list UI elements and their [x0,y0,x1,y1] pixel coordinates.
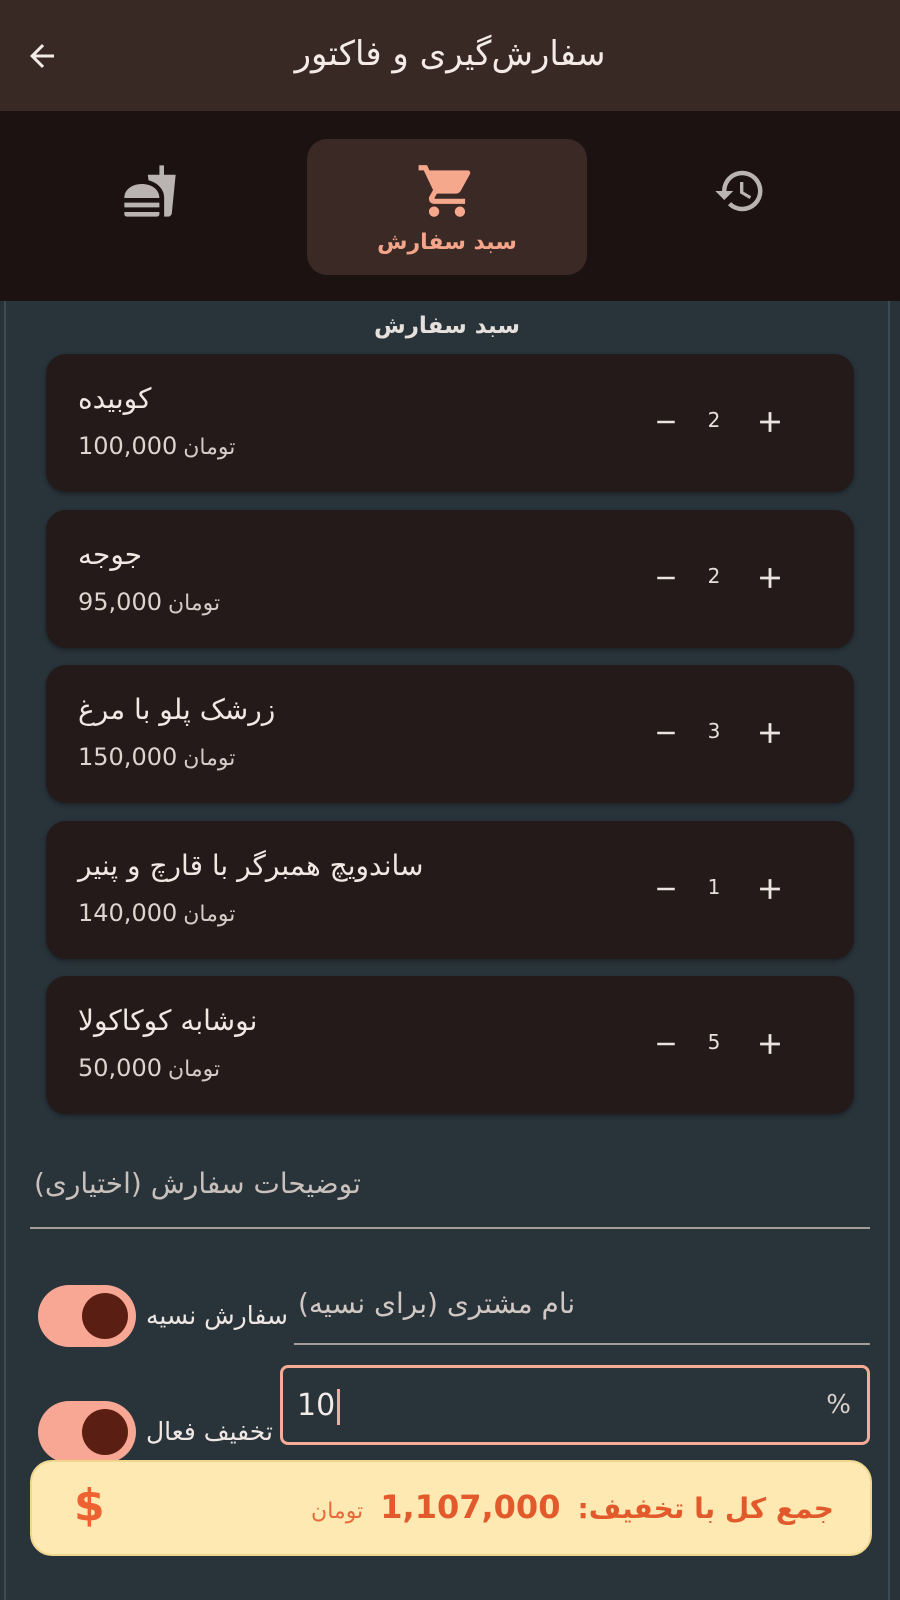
total-label: جمع کل با تخفیف: [577,1492,834,1525]
cart-item: نوشابه کوکاکولا 50,000 تومان 5 [46,976,854,1114]
item-name: نوشابه کوکاکولا [78,1004,258,1037]
discount-value: 10 [297,1388,341,1425]
plus-icon [760,723,780,743]
item-quantity: 1 [707,875,721,899]
page-title: سفارش‌گیری و فاکتور [294,34,606,74]
discount-percent-input[interactable]: 10 % [280,1365,870,1445]
fastfood-icon [124,165,176,217]
discount-label: تخفیف فعال [146,1417,273,1446]
quantity-stepper: 2 [634,398,814,446]
percent-suffix: % [826,1390,851,1420]
item-price: 50,000 تومان [78,1054,221,1082]
cart-panel: سبد سفارش کوبیده 100,000 تومان 2 جوجه 95,… [4,301,890,1600]
cart-item: ساندویچ همبرگر با قارچ و پنیر 140,000 توم… [46,821,854,959]
tab-cart-label: سبد سفارش [377,229,517,255]
item-quantity: 2 [707,564,721,588]
quantity-stepper: 5 [634,1020,814,1068]
decrease-button[interactable] [642,709,690,757]
dollar-icon: $ [74,1480,105,1531]
decrease-button[interactable] [642,865,690,913]
item-name: کوبیده [78,382,152,415]
order-notes-field[interactable]: توضیحات سفارش (اختیاری) [30,1161,870,1229]
decrease-button[interactable] [642,398,690,446]
minus-icon [657,576,675,580]
item-quantity: 3 [707,719,721,743]
credit-order-toggle[interactable] [38,1285,136,1347]
minus-icon [657,420,675,424]
tab-menu[interactable] [100,141,200,241]
increase-button[interactable] [746,398,794,446]
cart-item: کوبیده 100,000 تومان 2 [46,354,854,492]
minus-icon [657,1042,675,1046]
total-amount: 1,107,000 [380,1488,561,1526]
item-name: زرشک پلو با مرغ [78,693,276,726]
total-summary: $ جمع کل با تخفیف: 1,107,000 تومان [30,1460,872,1556]
cart-icon [418,164,471,217]
toggle-knob [82,1409,128,1455]
tab-bar: سبد سفارش [0,111,900,301]
tab-cart[interactable]: سبد سفارش [307,139,587,275]
total-text: جمع کل با تخفیف: 1,107,000 تومان [311,1488,834,1526]
plus-icon [760,1034,780,1054]
plus-icon [760,879,780,899]
item-name: جوجه [78,538,143,571]
tab-history[interactable] [690,141,790,241]
order-screen: سفارش‌گیری و فاکتور سبد سفارش سبد سفارش … [0,0,900,1600]
item-price: 140,000 تومان [78,899,236,927]
plus-icon [760,568,780,588]
quantity-stepper: 2 [634,554,814,602]
plus-icon [760,412,780,432]
total-currency: تومان [311,1499,364,1524]
quantity-stepper: 1 [634,865,814,913]
text-caret [337,1388,341,1425]
decrease-button[interactable] [642,554,690,602]
decrease-button[interactable] [642,1020,690,1068]
item-quantity: 2 [707,408,721,432]
order-notes-placeholder: توضیحات سفارش (اختیاری) [34,1167,361,1200]
item-price: 95,000 تومان [78,588,221,616]
increase-button[interactable] [746,554,794,602]
customer-name-field[interactable]: نام مشتری (برای نسیه) [294,1271,870,1345]
toggle-knob [82,1293,128,1339]
increase-button[interactable] [746,709,794,757]
cart-item: زرشک پلو با مرغ 150,000 تومان 3 [46,665,854,803]
app-bar: سفارش‌گیری و فاکتور [0,0,900,111]
history-icon [715,170,763,212]
cart-title: سبد سفارش [373,313,521,339]
minus-icon [657,887,675,891]
cart-item: جوجه 95,000 تومان 2 [46,510,854,648]
credit-order-label: سفارش نسیه [146,1301,288,1330]
quantity-stepper: 3 [634,709,814,757]
discount-toggle[interactable] [38,1401,136,1463]
item-price: 150,000 تومان [78,743,236,771]
increase-button[interactable] [746,1020,794,1068]
customer-name-placeholder: نام مشتری (برای نسیه) [298,1287,576,1320]
minus-icon [657,731,675,735]
item-name: ساندویچ همبرگر با قارچ و پنیر [78,849,424,882]
increase-button[interactable] [746,865,794,913]
item-price: 100,000 تومان [78,432,236,460]
item-quantity: 5 [707,1030,721,1054]
